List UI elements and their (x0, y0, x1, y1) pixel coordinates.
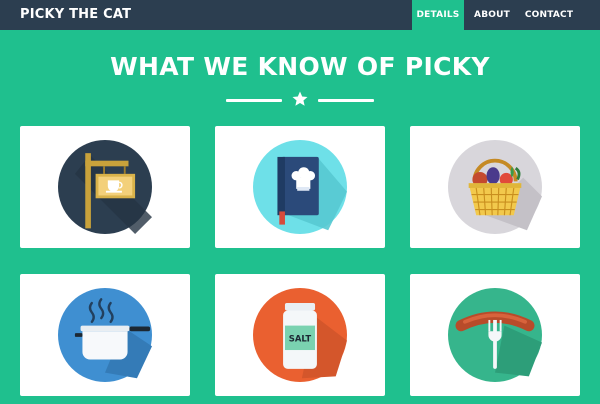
divider-line-left (226, 99, 282, 102)
card-salt-jar[interactable]: SALT (215, 274, 385, 396)
card-sausage-fork[interactable] (410, 274, 580, 396)
card-recipe-book[interactable] (215, 126, 385, 248)
cafe-sign-icon (58, 140, 152, 234)
cooking-pot-icon (58, 288, 152, 382)
card-cooking-pot[interactable] (20, 274, 190, 396)
salt-label: SALT (289, 334, 312, 344)
star-icon (292, 91, 308, 106)
card-picnic-basket[interactable] (410, 126, 580, 248)
nav-item-details[interactable]: DETAILS (412, 0, 464, 30)
picnic-basket-icon (448, 140, 542, 234)
divider-line-right (318, 99, 374, 102)
brand-logo-text[interactable]: PICKY THE CAT (20, 0, 131, 30)
recipe-book-icon (253, 140, 347, 234)
section-title: WHAT WE KNOW OF PICKY (110, 52, 490, 81)
nav-item-about[interactable]: ABOUT (470, 0, 514, 30)
top-navbar: PICKY THE CAT DETAILS ABOUT CONTACT (0, 0, 600, 30)
sausage-fork-icon (448, 288, 542, 382)
nav-item-contact[interactable]: CONTACT (520, 0, 578, 30)
card-cafe-sign[interactable] (20, 126, 190, 248)
salt-jar-icon: SALT (253, 288, 347, 382)
